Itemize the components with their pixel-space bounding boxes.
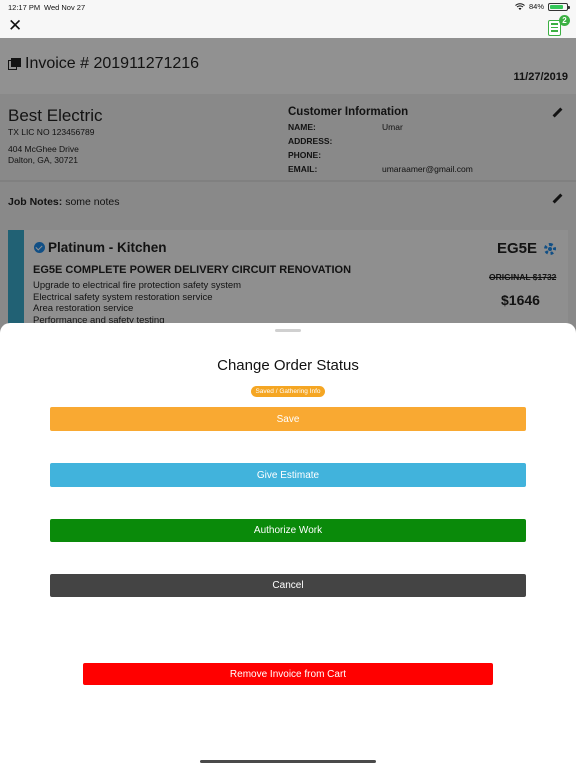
home-indicator[interactable] bbox=[200, 760, 376, 763]
sheet-grabber-handle[interactable] bbox=[275, 329, 301, 332]
sheet-title: Change Order Status bbox=[217, 357, 359, 374]
change-status-sheet: Change Order Status Saved / Gathering In… bbox=[0, 323, 576, 768]
nav-bar: ✕ 2 bbox=[0, 14, 576, 38]
close-x-icon[interactable]: ✕ bbox=[8, 17, 22, 34]
invoice-cart-icon[interactable]: 2 bbox=[548, 15, 570, 36]
status-bar: 12:17 PM Wed Nov 27 84% bbox=[0, 0, 576, 14]
give-estimate-button[interactable]: Give Estimate bbox=[50, 463, 526, 487]
cart-count-badge: 2 bbox=[559, 15, 570, 26]
battery-icon bbox=[548, 2, 570, 11]
status-badge: Saved / Gathering Info bbox=[251, 386, 325, 397]
status-time: 12:17 PM bbox=[8, 3, 41, 12]
wifi-icon bbox=[515, 2, 525, 10]
status-badge-container: Saved / Gathering Info bbox=[0, 380, 576, 398]
save-button[interactable]: Save bbox=[50, 407, 526, 431]
status-right: 84% bbox=[515, 2, 570, 11]
remove-invoice-button[interactable]: Remove Invoice from Cart bbox=[83, 663, 493, 685]
cancel-button[interactable]: Cancel bbox=[50, 574, 526, 597]
battery-percent: 84% bbox=[528, 2, 544, 11]
status-date: Wed Nov 27 bbox=[44, 3, 86, 12]
authorize-work-button[interactable]: Authorize Work bbox=[50, 519, 526, 542]
battery-fill bbox=[550, 4, 564, 9]
